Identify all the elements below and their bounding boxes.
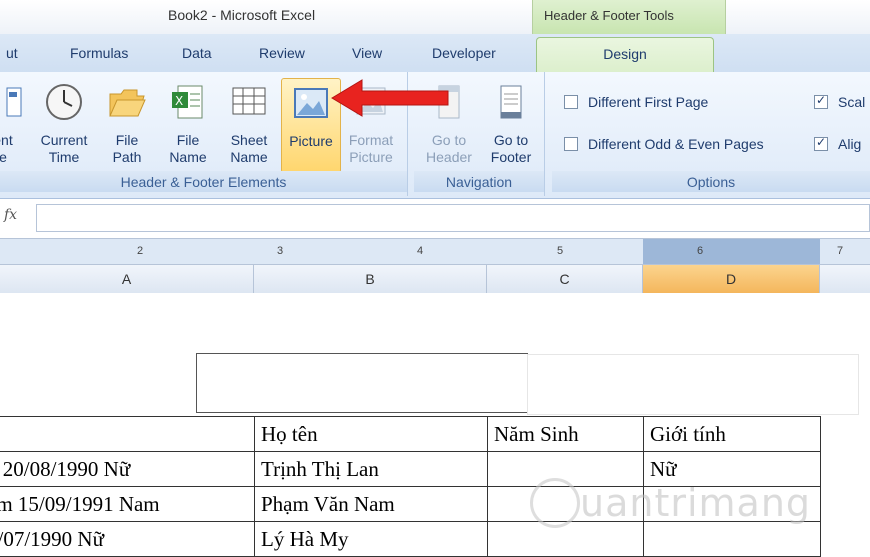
file-name-button[interactable]: X File Name xyxy=(160,78,216,173)
column-header-a[interactable]: A xyxy=(0,265,254,293)
red-arrow-annotation xyxy=(331,79,449,117)
table-row: 5/07/1990 Nữ Lý Hà My xyxy=(0,521,821,557)
contextual-tab-header: Header & Footer Tools xyxy=(532,0,726,34)
excel-file-icon: X xyxy=(172,85,203,119)
worksheet[interactable]: Họ tên Năm Sinh Giới tính n 20/08/1990 N… xyxy=(0,293,870,557)
table-cell[interactable]: Trịnh Thị Lan xyxy=(254,451,488,487)
go-to-footer-label-2: Footer xyxy=(490,149,532,165)
checkbox-box[interactable] xyxy=(564,95,578,109)
table-cell[interactable]: n 20/08/1990 Nữ xyxy=(0,451,255,487)
column-header-b[interactable]: B xyxy=(254,265,487,293)
file-name-label-1: File xyxy=(176,132,200,148)
header-right-section[interactable] xyxy=(527,354,859,415)
checkbox-box-checked[interactable] xyxy=(814,135,828,151)
table-cell[interactable]: Họ tên xyxy=(254,416,488,452)
table-cell[interactable]: am 15/09/1991 Nam xyxy=(0,486,255,522)
ruler-number: 3 xyxy=(277,245,284,257)
page-number-button[interactable]: ent e xyxy=(0,78,28,173)
window-title: Book2 - Microsoft Excel xyxy=(168,7,316,23)
table-cell[interactable] xyxy=(643,521,821,557)
scale-label: Scal xyxy=(838,94,866,110)
different-odd-even-label: Different Odd & Even Pages xyxy=(588,136,764,152)
group-label-elements: Header & Footer Elements xyxy=(0,171,407,192)
tab-review[interactable]: Review xyxy=(259,45,305,61)
page-number-icon xyxy=(6,87,22,117)
ribbon-tabs: ut Formulas Data Review View Developer D… xyxy=(0,34,870,73)
go-to-footer-icon xyxy=(500,85,522,119)
align-with-margins-checkbox[interactable]: Alig xyxy=(814,135,862,152)
picture-label: Picture xyxy=(289,133,333,149)
ruler-number: 7 xyxy=(837,245,844,257)
format-picture-label-1: Format xyxy=(348,132,394,148)
tab-data[interactable]: Data xyxy=(182,45,212,61)
column-header-c[interactable]: C xyxy=(487,265,643,293)
table-cell[interactable]: Phạm Văn Nam xyxy=(254,486,488,522)
table-cell[interactable]: Lý Hà My xyxy=(254,521,488,557)
clock-icon xyxy=(46,84,82,120)
watermark-logo-icon xyxy=(530,478,580,528)
go-to-footer-label-1: Go to xyxy=(493,132,529,148)
current-time-label-1: Current xyxy=(40,132,88,148)
sheet-name-label-2: Name xyxy=(230,149,268,165)
tab-layout[interactable]: ut xyxy=(6,45,18,61)
table-cell[interactable] xyxy=(487,521,644,557)
different-first-page-checkbox[interactable]: Different First Page xyxy=(564,94,708,110)
tab-design[interactable]: Design xyxy=(536,37,714,73)
file-path-label-2: Path xyxy=(112,149,142,165)
contextual-tab-label: Header & Footer Tools xyxy=(544,8,674,23)
formula-bar: fx xyxy=(0,200,870,235)
table-cell[interactable]: Năm Sinh xyxy=(487,416,644,452)
table-row: Họ tên Năm Sinh Giới tính xyxy=(0,416,821,452)
ruler-number: 6 xyxy=(697,245,704,257)
ribbon: ent e Current Time File Path X xyxy=(0,72,870,199)
different-odd-even-checkbox[interactable]: Different Odd & Even Pages xyxy=(564,136,764,152)
tab-view[interactable]: View xyxy=(352,45,382,61)
sheet-name-button[interactable]: Sheet Name xyxy=(221,78,277,173)
go-to-header-label-1: Go to xyxy=(431,132,467,148)
header-center-section[interactable] xyxy=(196,353,528,413)
page-number-label-2: e xyxy=(0,149,7,165)
checkbox-box-checked[interactable] xyxy=(814,93,828,109)
file-path-button[interactable]: File Path xyxy=(99,78,155,173)
sheet-grid-icon xyxy=(232,87,266,115)
group-label-navigation: Navigation xyxy=(414,171,544,192)
table-cell[interactable]: Giới tính xyxy=(643,416,821,452)
column-headers: A B C D xyxy=(0,264,870,294)
ruler-selected-range xyxy=(643,239,820,265)
different-first-page-label: Different First Page xyxy=(588,94,709,110)
table-cell[interactable]: 5/07/1990 Nữ xyxy=(0,521,255,557)
fx-icon[interactable]: fx xyxy=(4,207,34,229)
file-name-label-2: Name xyxy=(169,149,207,165)
scale-with-document-checkbox[interactable]: Scal xyxy=(814,93,866,110)
column-header-d[interactable]: D xyxy=(643,265,820,293)
tab-formulas[interactable]: Formulas xyxy=(70,45,128,61)
go-to-footer-button[interactable]: Go to Footer xyxy=(482,78,540,173)
go-to-header-label-2: Header xyxy=(426,149,472,165)
formula-input[interactable] xyxy=(36,204,870,232)
sheet-name-label-1: Sheet xyxy=(230,132,268,148)
folder-icon xyxy=(109,89,146,117)
current-time-label-2: Time xyxy=(48,149,80,165)
checkbox-box[interactable] xyxy=(564,137,578,151)
picture-icon xyxy=(294,88,328,118)
title-bar: Book2 - Microsoft Excel Header & Footer … xyxy=(0,0,870,34)
group-options: Different First Page Different Odd & Eve… xyxy=(552,72,870,196)
ruler-number: 2 xyxy=(137,245,144,257)
svg-text:X: X xyxy=(175,94,183,108)
tab-developer[interactable]: Developer xyxy=(432,45,496,61)
ruler-number: 4 xyxy=(417,245,424,257)
watermark: uantrimang xyxy=(580,481,812,525)
current-time-button[interactable]: Current Time xyxy=(36,78,92,173)
page-number-label-1: ent xyxy=(0,132,13,148)
format-picture-label-2: Picture xyxy=(349,149,393,165)
file-path-label-1: File xyxy=(115,132,139,148)
align-label: Alig xyxy=(838,136,862,152)
ruler-number: 5 xyxy=(557,245,564,257)
horizontal-ruler: 2 3 4 5 6 7 xyxy=(0,238,870,265)
group-label-options: Options xyxy=(552,171,870,192)
table-cell[interactable] xyxy=(0,416,255,452)
